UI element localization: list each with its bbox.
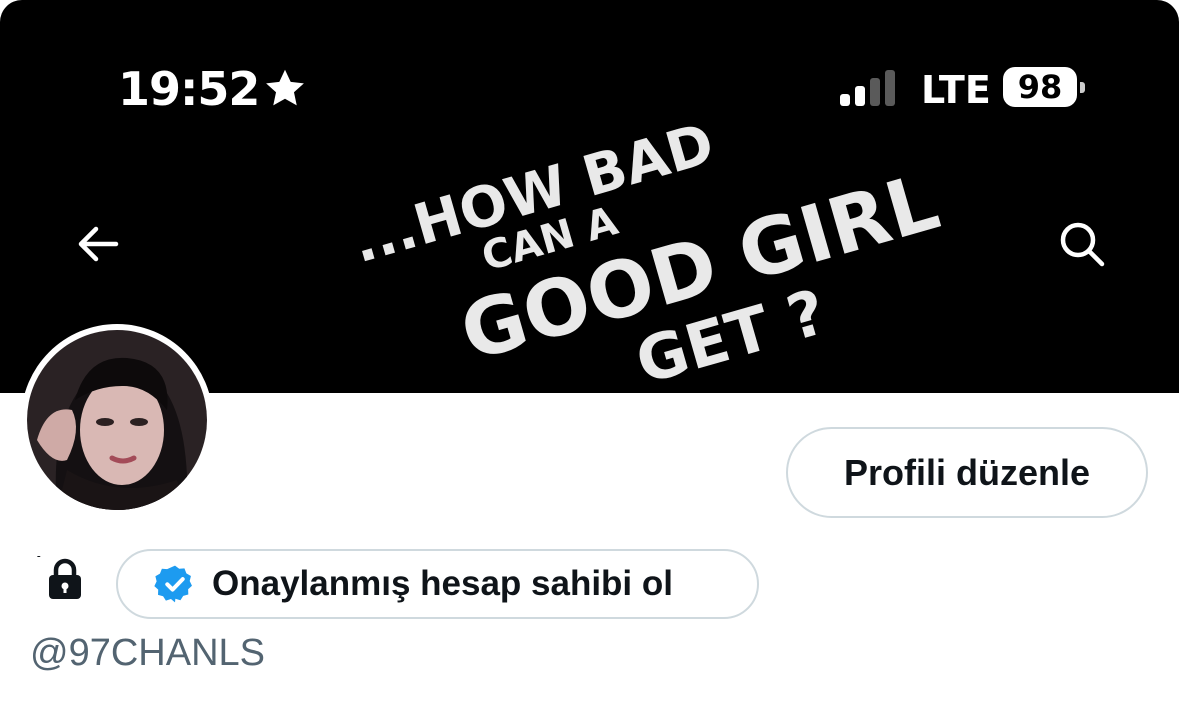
get-verified-label: Onaylanmış hesap sahibi ol [212,564,673,603]
arrow-left-icon [78,226,119,262]
lock-icon: ´ [32,548,81,599]
network-type: LTE [921,68,991,112]
verified-badge-icon [154,565,192,603]
signal-strength-icon [840,70,895,106]
battery-tip [1080,82,1085,93]
star-icon [266,69,304,106]
search-icon [1060,222,1105,267]
back-button[interactable] [72,218,124,270]
display-name-mark: ´ [32,556,46,581]
search-button[interactable] [1056,218,1108,270]
avatar-photo [27,330,207,510]
avatar[interactable] [21,324,213,516]
status-time: 19:52 [118,62,260,116]
battery-indicator: 98 [1003,67,1077,107]
user-handle: @97CHANLS [30,632,265,674]
get-verified-button[interactable]: Onaylanmış hesap sahibi ol [116,549,759,619]
battery-level: 98 [1017,68,1063,106]
display-name-with-lock: ´ [32,548,88,607]
edit-profile-button[interactable]: Profili düzenle [786,427,1148,518]
